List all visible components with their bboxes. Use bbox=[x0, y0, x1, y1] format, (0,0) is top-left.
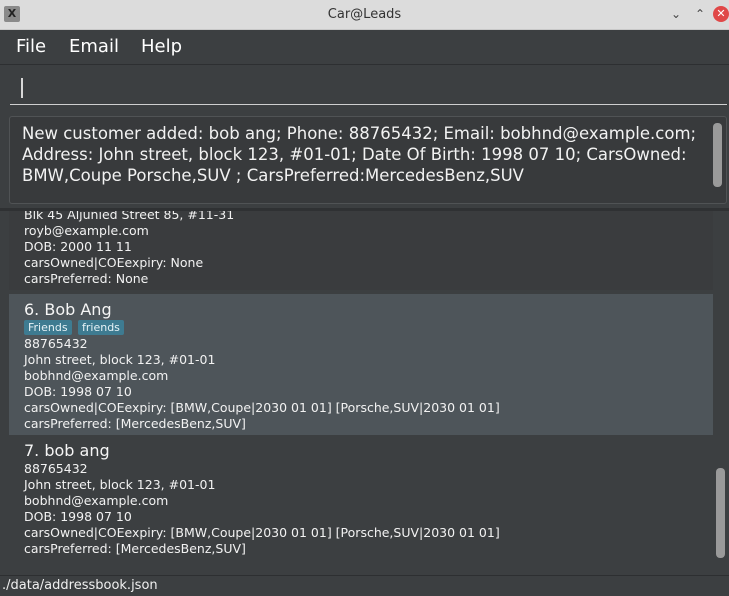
person-address: Blk 45 Aljunied Street 85, #11-31 bbox=[24, 211, 235, 222]
menu-file[interactable]: File bbox=[16, 30, 46, 64]
window-title: Car@Leads bbox=[327, 7, 402, 22]
tag-badge: Friends bbox=[24, 320, 72, 335]
person-cars-owned: carsOwned|COEexpiry: None bbox=[24, 255, 204, 270]
person-dob: DOB: 2000 11 11 bbox=[24, 239, 132, 254]
person-dob: DOB: 1998 07 10 bbox=[24, 509, 132, 524]
command-input[interactable] bbox=[10, 70, 727, 105]
person-email: bobhnd@example.com bbox=[24, 368, 169, 383]
menu-bar: File Email Help bbox=[0, 30, 729, 65]
person-cars-owned: carsOwned|COEexpiry: [BMW,Coupe|2030 01 … bbox=[24, 400, 500, 415]
person-name: 7. bob ang bbox=[24, 441, 110, 460]
person-cars-preferred: carsPreferred: [MercedesBenz,SUV] bbox=[24, 541, 246, 556]
result-message: New customer added: bob ang; Phone: 8876… bbox=[22, 124, 697, 185]
person-list: Blk 45 Aljunied Street 85, #11-31 royb@e… bbox=[9, 211, 713, 564]
save-location: ./data/addressbook.json bbox=[2, 578, 158, 593]
text-caret bbox=[21, 78, 23, 98]
list-item-selected[interactable]: 6. Bob Ang Friends friends 88765432 John… bbox=[9, 294, 713, 435]
minimize-icon[interactable]: ⌄ bbox=[667, 5, 685, 23]
person-email: royb@example.com bbox=[24, 223, 149, 238]
result-scrollbar[interactable] bbox=[713, 123, 722, 187]
person-name: 6. Bob Ang bbox=[24, 300, 112, 319]
command-box bbox=[0, 65, 729, 110]
person-phone: 88765432 bbox=[24, 336, 88, 351]
maximize-icon[interactable]: ⌃ bbox=[691, 5, 709, 23]
list-item[interactable]: Blk 45 Aljunied Street 85, #11-31 royb@e… bbox=[9, 211, 713, 290]
tag-badge: friends bbox=[78, 320, 124, 335]
menu-email[interactable]: Email bbox=[69, 30, 119, 64]
status-bar: ./data/addressbook.json bbox=[0, 575, 729, 596]
person-address: John street, block 123, #01-01 bbox=[24, 352, 216, 367]
person-address: John street, block 123, #01-01 bbox=[24, 477, 216, 492]
list-item[interactable]: 7. bob ang 88765432 John street, block 1… bbox=[9, 435, 713, 564]
result-display: New customer added: bob ang; Phone: 8876… bbox=[9, 116, 727, 204]
person-cars-preferred: carsPreferred: None bbox=[24, 271, 149, 286]
close-icon[interactable]: ✕ bbox=[713, 6, 729, 22]
person-cars-preferred: carsPreferred: [MercedesBenz,SUV] bbox=[24, 416, 246, 431]
person-phone: 88765432 bbox=[24, 461, 88, 476]
person-cars-owned: carsOwned|COEexpiry: [BMW,Coupe|2030 01 … bbox=[24, 525, 500, 540]
title-bar: X Car@Leads ⌄ ⌃ ✕ bbox=[0, 0, 729, 30]
person-dob: DOB: 1998 07 10 bbox=[24, 384, 132, 399]
person-email: bobhnd@example.com bbox=[24, 493, 169, 508]
menu-help[interactable]: Help bbox=[141, 30, 182, 64]
list-scrollbar-thumb[interactable] bbox=[716, 468, 725, 558]
